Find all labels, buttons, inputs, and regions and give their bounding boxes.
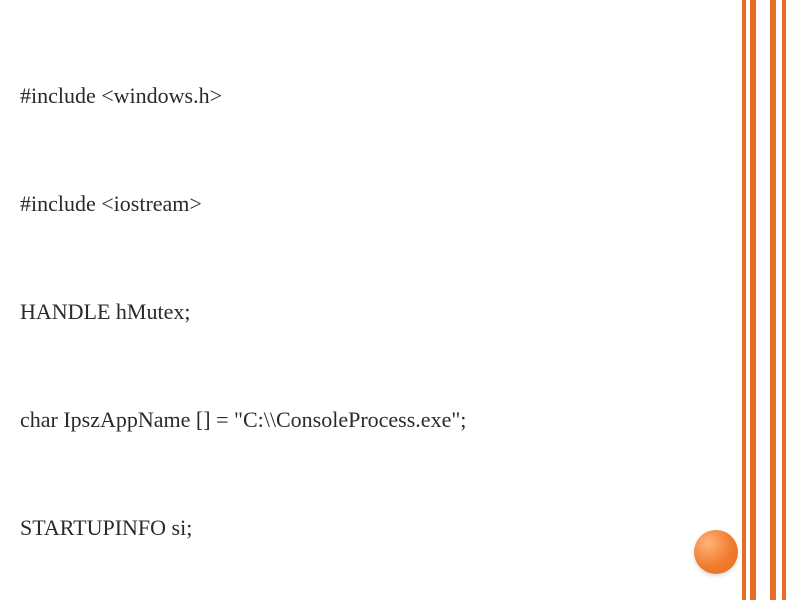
- code-line: char IpszAppName [] = "C:\\ConsoleProces…: [20, 402, 720, 438]
- sphere-icon: [694, 530, 738, 574]
- slide: #include <windows.h> #include <iostream>…: [0, 0, 800, 600]
- code-line: HANDLE hMutex;: [20, 294, 720, 330]
- code-block: #include <windows.h> #include <iostream>…: [20, 6, 720, 600]
- accent-stripe: [742, 0, 746, 600]
- code-line: #include <windows.h>: [20, 78, 720, 114]
- accent-stripe: [770, 0, 776, 600]
- accent-stripe: [750, 0, 756, 600]
- code-line: #include <iostream>: [20, 186, 720, 222]
- code-line: STARTUPINFO si;: [20, 510, 720, 546]
- accent-stripe: [782, 0, 786, 600]
